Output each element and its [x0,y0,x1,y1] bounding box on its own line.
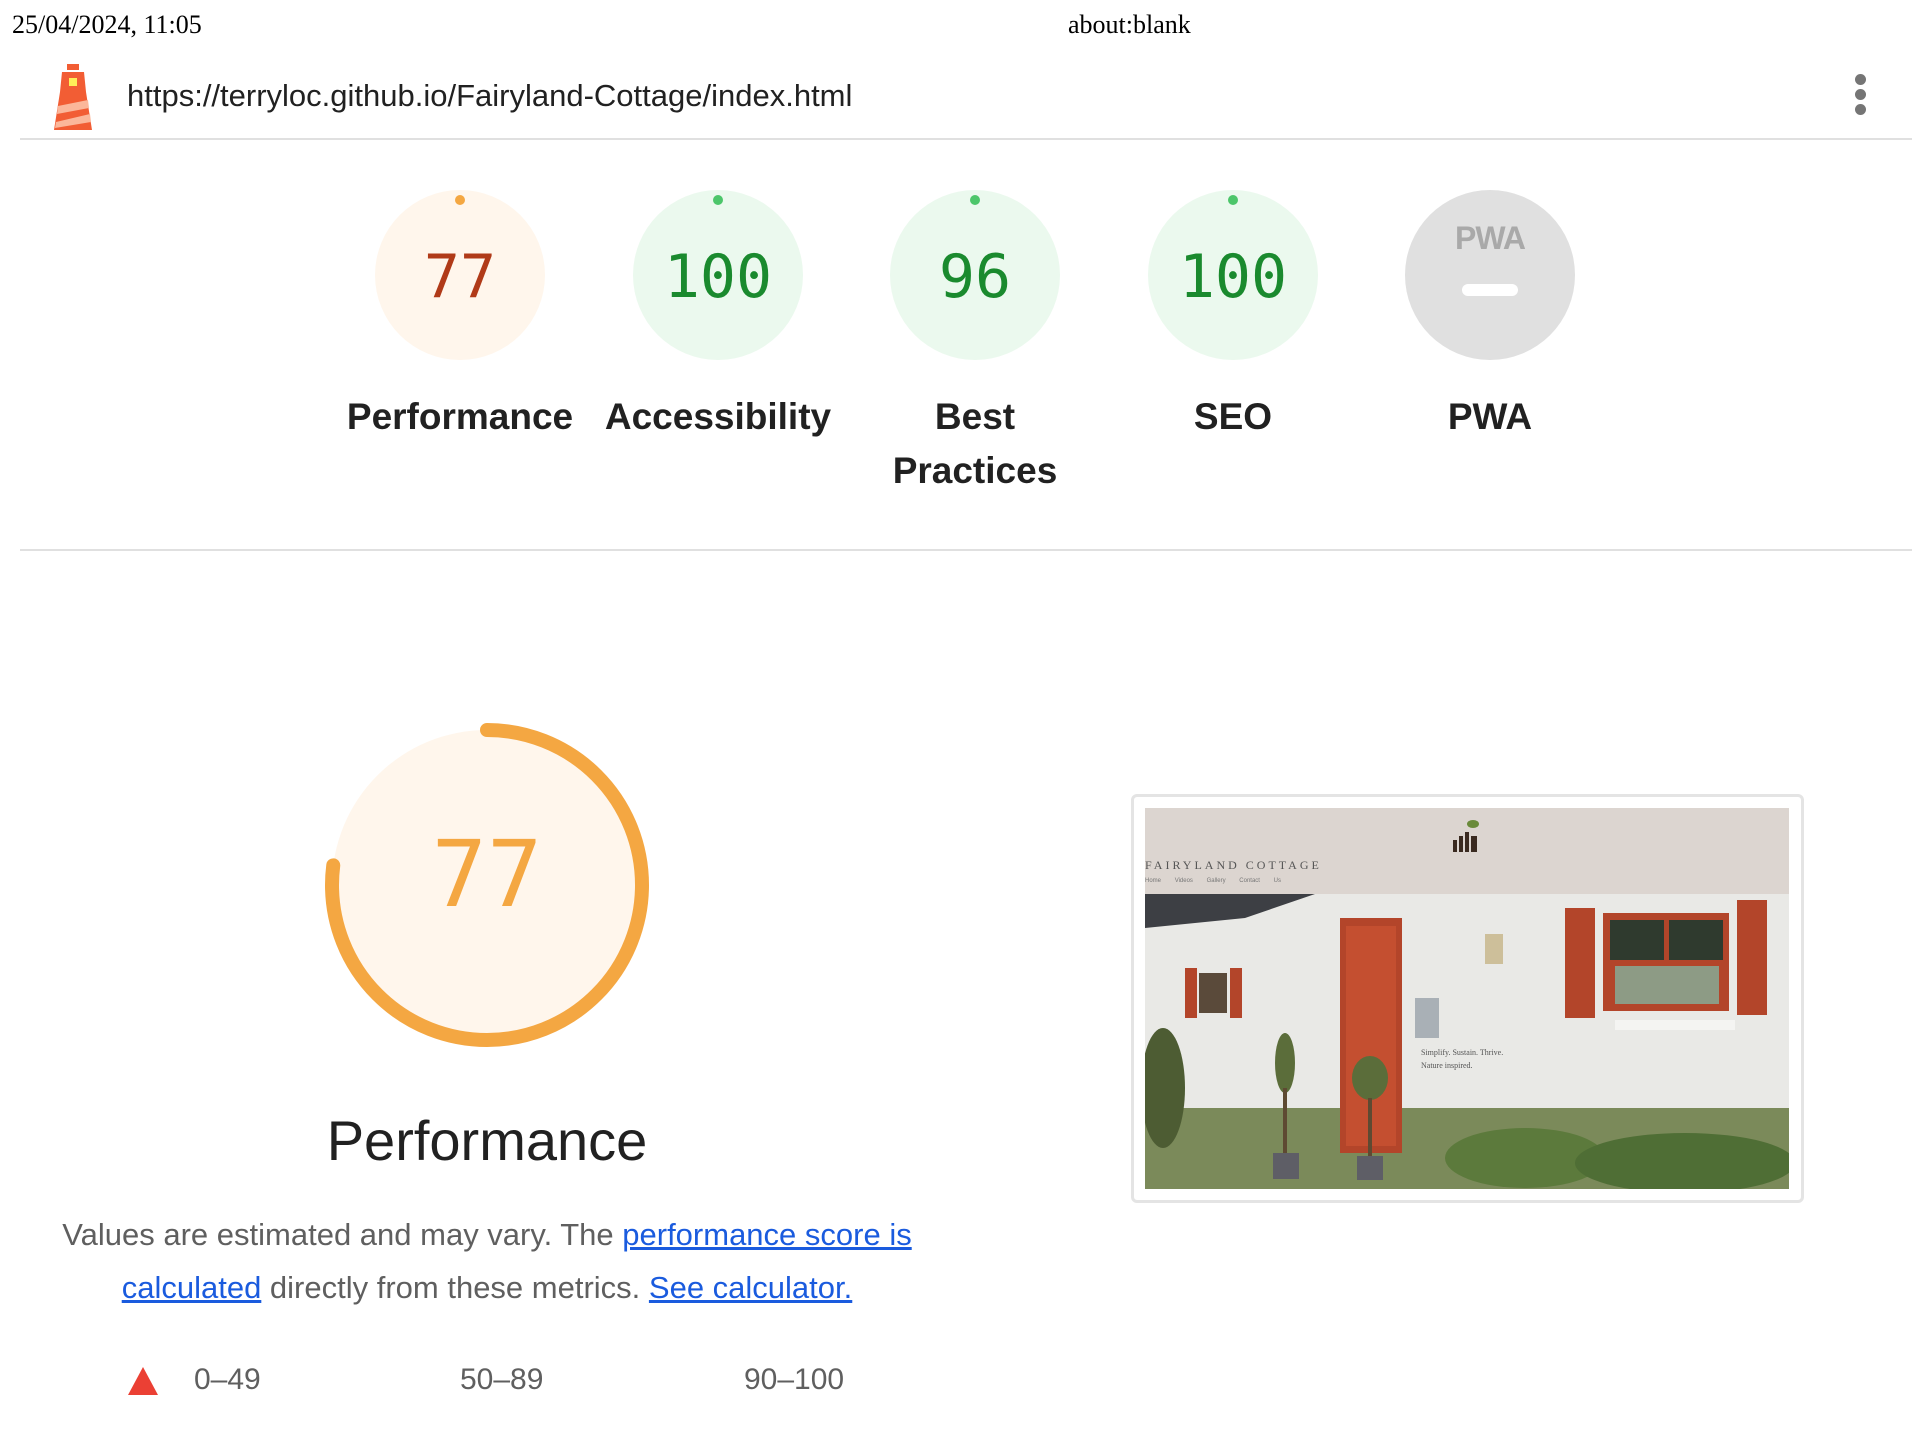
print-datetime: 25/04/2024, 11:05 [12,10,202,39]
gauge-circle: PWA [1405,190,1575,360]
pwa-dash-icon [1462,284,1518,296]
gauge-seo[interactable]: 100 SEO [1113,190,1353,444]
site-nav-item: Videos [1174,878,1193,884]
report-url[interactable]: https://terryloc.github.io/Fairyland-Cot… [127,78,852,114]
tagline-line-2: Nature inspired. [1421,1061,1473,1070]
rating-dot [1228,195,1238,205]
gauge-accessibility[interactable]: 100 Accessibility [598,190,838,444]
desc-middle: directly from these metrics. [261,1270,649,1305]
legend-average-range: 50–89 [460,1363,544,1396]
site-nav-item: Gallery [1206,878,1226,884]
site-nav-item: Home [1145,878,1162,884]
gauge-circle: 100 [633,190,803,360]
gauge-best-practices[interactable]: 96 Best Practices [855,190,1095,498]
gauge-label: Best Practices [892,396,1058,491]
gauge-performance[interactable]: 77 Performance [340,190,580,444]
gauge-label: Performance [346,396,574,437]
rating-dot [455,195,465,205]
score-legend: 0–49 50–89 90–100 [124,1363,924,1403]
legend-pass-range: 90–100 [744,1363,845,1396]
gauge-circle: 96 [890,190,1060,360]
pwa-badge-icon: PWA [1455,220,1526,256]
lighthouse-logo-icon [54,64,92,130]
gauge-label: Accessibility [604,396,832,437]
gauge-pwa[interactable]: PWA PWA [1370,190,1610,444]
gauge-circle: 77 [375,190,545,360]
gauge-score: 77 [423,242,497,312]
rating-dot [713,195,723,205]
screenshot-image: FAIRYLAND COTTAGE Home Videos Gallery Co… [1145,808,1789,1189]
tagline-line-1: Simplify. Sustain. Thrive. [1421,1048,1504,1057]
performance-description: Values are estimated and may vary. The p… [55,1208,919,1314]
more-vert-icon[interactable] [1852,74,1868,122]
print-page-title: about:blank [1068,10,1191,39]
gauge-score: 100 [663,242,773,312]
gauge-label: PWA [1447,396,1533,437]
site-logo-icon [1453,820,1479,852]
gauge-circle: 100 [1148,190,1318,360]
site-tagline: Simplify. Sustain. Thrive. Nature inspir… [1421,1046,1503,1072]
final-screenshot[interactable]: FAIRYLAND COTTAGE Home Videos Gallery Co… [1131,794,1804,1203]
legend-fail-range: 0–49 [194,1363,261,1396]
report-topbar: https://terryloc.github.io/Fairyland-Cot… [20,64,1912,140]
site-nav-item: Contact Us [1239,878,1281,884]
performance-title: Performance [326,1109,648,1172]
site-name: FAIRYLAND COTTAGE [1145,858,1322,872]
print-header: 25/04/2024, 11:05 about:blank [0,0,1912,56]
performance-score: 77 [431,821,543,928]
gauge-score: 100 [1178,242,1288,312]
see-calculator-link[interactable]: See calculator. [649,1270,852,1305]
section-divider [20,549,1912,551]
gauge-score: 96 [938,242,1012,312]
gauge-label: SEO [1193,396,1273,437]
site-nav: Home Videos Gallery Contact Us [1145,878,1789,884]
fail-triangle-icon [128,1367,158,1395]
rating-dot [970,195,980,205]
desc-prefix: Values are estimated and may vary. The [62,1217,623,1252]
